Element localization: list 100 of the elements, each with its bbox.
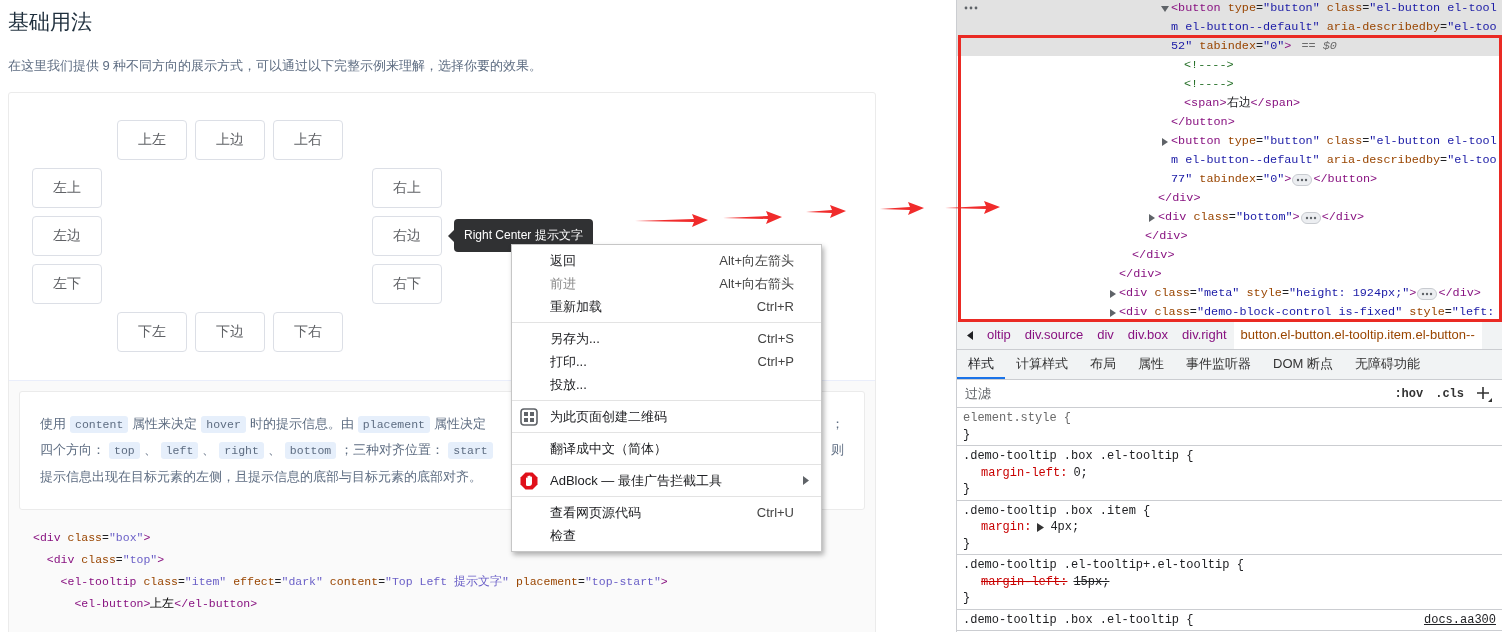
markup-line: </div>: [1158, 190, 1201, 207]
placement-button[interactable]: 下右: [273, 312, 343, 352]
markup-line: 52" tabindex="0">: [1171, 38, 1292, 55]
description-text: 时的提示信息。由: [249, 415, 354, 433]
panel-tab[interactable]: 样式: [957, 350, 1005, 379]
breadcrumb[interactable]: oltip: [980, 321, 1018, 349]
inline-code: top: [109, 442, 140, 460]
placement-button[interactable]: 上边: [195, 120, 265, 160]
description-text: 属性来决定: [132, 415, 198, 433]
expand-arrow-icon[interactable]: [1148, 213, 1156, 222]
code-line: <div class="box">: [33, 529, 151, 546]
css-value: 0;: [1073, 464, 1088, 481]
markup-line: <div class="bottom">: [1158, 209, 1300, 226]
breadcrumb[interactable]: div.box: [1120, 321, 1175, 349]
markup-line: <!---->: [1184, 57, 1234, 74]
breadcrumb[interactable]: button.el-button.el-tooltip.item.el-button--: [1233, 321, 1482, 349]
expand-arrow-icon[interactable]: [1161, 137, 1169, 146]
description-text: 提示信息出现在目标元素的左侧，且提示信息的底部与目标元素的底部对齐。: [40, 468, 482, 486]
placement-button[interactable]: 左上: [32, 168, 102, 208]
breadcrumb[interactable]: div.right: [1175, 321, 1234, 349]
description-text: 使用: [40, 415, 66, 433]
menu-shortcut: Alt+向右箭头: [719, 274, 794, 293]
inline-code: start: [448, 442, 493, 460]
collapsed-content-icon[interactable]: [1300, 211, 1321, 224]
placement-button[interactable]: 下左: [117, 312, 187, 352]
placement-button[interactable]: 左下: [32, 264, 102, 304]
css-value: 4px;: [1050, 519, 1080, 536]
description-text: 则: [831, 442, 844, 460]
menu-item[interactable]: 打印...: [550, 352, 758, 371]
menu-item[interactable]: AdBlock — 最佳广告拦截工具: [550, 471, 803, 490]
intro-text: 在这里我们提供 9 种不同方向的展示方式，可以通过以下完整示例来理解，选择你要的效果。: [8, 57, 544, 75]
css-property: margin:: [981, 519, 1032, 536]
menu-item[interactable]: 投放...: [550, 375, 811, 394]
placement-button[interactable]: 上右: [273, 120, 343, 160]
markup-line: </div>: [1132, 247, 1175, 264]
css-property: margin-left:: [981, 573, 1068, 590]
markup-line: </button>: [1171, 114, 1235, 131]
inline-code: content: [70, 415, 129, 433]
toggle-button[interactable]: :hov: [1394, 386, 1424, 401]
description-text: 属性决定: [433, 415, 486, 433]
markup-line: <div class="demo-block-control is-fixed" style="left:: [1119, 304, 1495, 321]
menu-item[interactable]: 翻译成中文（简体）: [550, 439, 811, 458]
css-selector: .demo-tooltip .box .el-tooltip {: [963, 448, 1194, 465]
menu-shortcut: Ctrl+S: [757, 331, 794, 346]
section-heading: 基础用法: [8, 9, 93, 35]
collapsed-content-icon[interactable]: [1417, 287, 1438, 300]
inline-code: placement: [357, 415, 430, 433]
inline-code: right: [219, 442, 264, 460]
placement-button[interactable]: 左边: [32, 216, 102, 256]
menu-item[interactable]: 重新加载: [550, 297, 757, 316]
markup-line: </button>: [1313, 171, 1378, 188]
markup-line: m el-button--default" aria-describedby="el-too: [1171, 152, 1497, 169]
panel-tab[interactable]: 属性: [1127, 350, 1175, 379]
markup-line: </div>: [1119, 266, 1162, 283]
menu-item[interactable]: 检查: [550, 526, 811, 545]
css-property: margin-left:: [981, 464, 1068, 481]
breadcrumb[interactable]: div.source: [1017, 321, 1091, 349]
description-text: ；三种对齐位置：: [340, 442, 445, 460]
css-brace: }: [963, 590, 972, 607]
description-text: 、: [143, 442, 157, 460]
css-selector: element.style {: [963, 410, 1072, 427]
markup-line: </div>: [1321, 209, 1365, 226]
panel-tab[interactable]: 布局: [1079, 350, 1127, 379]
menu-item[interactable]: 查看网页源代码: [550, 503, 757, 522]
menu-item[interactable]: 返回: [550, 251, 720, 270]
markup-line: m el-button--default" aria-describedby="el-too: [1171, 19, 1497, 36]
selected-row[interactable]: <button type="button" class="el-button el-tool: [957, 0, 1502, 18]
menu-shortcut: Ctrl+P: [757, 354, 794, 369]
source-link[interactable]: docs.aa300: [1424, 611, 1496, 628]
placement-button[interactable]: 右边: [372, 216, 442, 256]
placement-button[interactable]: 上左: [117, 120, 187, 160]
expand-arrow-icon[interactable]: [1109, 308, 1117, 317]
menu-item[interactable]: 另存为...: [550, 329, 758, 348]
panel-tab[interactable]: 无障碍功能: [1343, 350, 1431, 379]
menu-item[interactable]: 为此页面创建二维码: [550, 407, 811, 426]
placement-button[interactable]: 右下: [372, 264, 442, 304]
breadcrumb[interactable]: div: [1090, 321, 1121, 349]
description-text: 、: [267, 442, 281, 460]
markup-line: <button type="button" class="el-button el-tool: [1171, 133, 1497, 150]
placement-button[interactable]: 下边: [195, 312, 265, 352]
toggle-button[interactable]: .cls: [1435, 386, 1464, 401]
description-text: 四个方向：: [40, 442, 105, 460]
inline-code: bottom: [284, 442, 337, 460]
expand-arrow-icon[interactable]: [1037, 522, 1045, 532]
markup-line: <!---->: [1184, 76, 1234, 93]
placement-button[interactable]: 右上: [372, 168, 442, 208]
markup-line: 77" tabindex="0">: [1171, 171, 1292, 188]
plus-icon[interactable]: [1476, 385, 1492, 402]
menu-shortcut: Ctrl+R: [756, 299, 794, 314]
scroll-left-icon[interactable]: [967, 330, 973, 340]
panel-tab[interactable]: DOM 断点: [1262, 350, 1344, 379]
expand-arrow-icon[interactable]: [1109, 289, 1117, 298]
code-line: <el-button>上左</el-button>: [73, 595, 258, 612]
css-selector: .demo-tooltip .box .el-tooltip {: [963, 611, 1194, 628]
description-text: ；: [831, 415, 844, 433]
panel-tab[interactable]: 事件监听器: [1175, 350, 1262, 379]
collapsed-content-icon[interactable]: [1292, 173, 1313, 186]
inline-code: hover: [201, 415, 246, 433]
css-value: 15px;: [1073, 573, 1110, 590]
panel-tab[interactable]: 计算样式: [1005, 350, 1079, 379]
